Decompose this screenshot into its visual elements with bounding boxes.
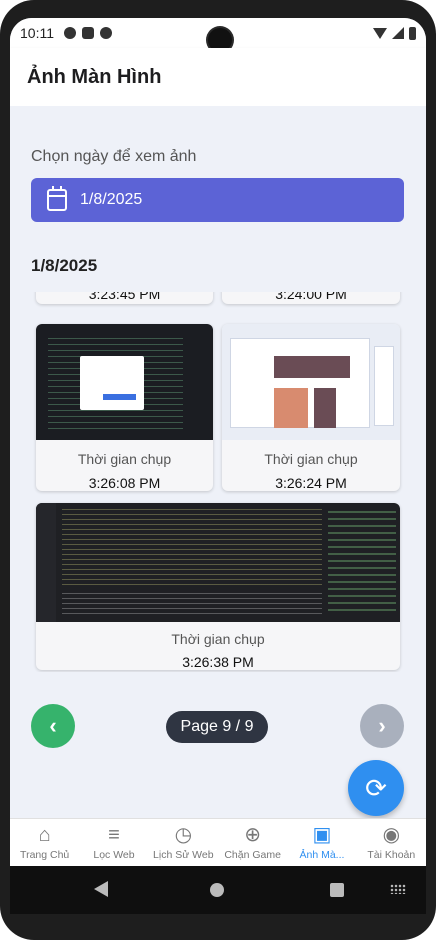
screenshot-time: 3:23:45 PM bbox=[88, 292, 161, 302]
screenshot-card[interactable]: Thời gian chụp 3:26:08 PM bbox=[36, 324, 213, 491]
tab-block-game[interactable]: ⊕ Chặn Game bbox=[218, 819, 287, 866]
chevron-right-icon: › bbox=[378, 713, 386, 738]
section-date-heading: 1/8/2025 bbox=[31, 256, 98, 275]
screenshot-thumbnail[interactable] bbox=[222, 324, 400, 440]
screenshot-time: 3:26:08 PM bbox=[88, 475, 161, 491]
signal-icon bbox=[392, 27, 404, 39]
page-title: Ảnh Màn Hình bbox=[27, 65, 162, 88]
dnd-icon bbox=[100, 27, 112, 39]
screenshot-card[interactable]: 3:24:00 PM bbox=[222, 292, 400, 304]
date-picker-value: 1/8/2025 bbox=[80, 191, 143, 208]
screenshot-time: 3:26:38 PM bbox=[182, 654, 254, 670]
page-indicator: Page 9 / 9 bbox=[166, 711, 268, 743]
tab-account[interactable]: ◉ Tài Khoản bbox=[357, 819, 426, 866]
tab-screenshots[interactable]: ▣ Ảnh Mà... bbox=[287, 819, 356, 866]
sd-card-icon bbox=[82, 27, 94, 39]
account-icon: ◉ bbox=[382, 824, 401, 846]
bottom-tab-bar: ⌂ Trang Chủ ≡ Lọc Web ◷ Lịch Sử Web ⊕ Ch… bbox=[10, 818, 426, 866]
wifi-icon bbox=[373, 27, 387, 39]
screenshot-card[interactable]: Thời gian chụp 3:26:38 PM bbox=[36, 503, 400, 670]
screenshot-card[interactable]: 3:23:45 PM bbox=[36, 292, 213, 304]
back-icon[interactable] bbox=[94, 881, 108, 897]
screenshot-thumbnail[interactable] bbox=[36, 503, 400, 622]
clock-icon: ◷ bbox=[174, 824, 193, 846]
date-picker-button[interactable]: 1/8/2025 bbox=[31, 178, 404, 222]
tab-web-filter[interactable]: ≡ Lọc Web bbox=[79, 819, 148, 866]
main-content: Chọn ngày để xem ảnh 1/8/2025 1/8/2025 3… bbox=[10, 106, 426, 818]
screenshot-time: 3:24:00 PM bbox=[275, 292, 347, 302]
filter-icon: ≡ bbox=[108, 824, 120, 846]
screenshot-caption: Thời gian chụp bbox=[264, 451, 358, 467]
date-picker-label: Chọn ngày để xem ảnh bbox=[31, 148, 197, 165]
system-nav-bar bbox=[10, 866, 426, 914]
calendar-icon bbox=[47, 186, 67, 211]
app-screen: 10:11 Ảnh Màn Hình Chọn ngày để xem ảnh … bbox=[10, 18, 426, 866]
battery-icon bbox=[409, 26, 416, 40]
prev-page-button[interactable]: ‹ bbox=[31, 704, 75, 748]
notification-icon bbox=[64, 27, 76, 39]
tab-web-history[interactable]: ◷ Lịch Sử Web bbox=[149, 819, 218, 866]
app-bar: Ảnh Màn Hình bbox=[10, 48, 426, 106]
home-nav-icon[interactable] bbox=[210, 883, 224, 897]
chevron-left-icon: ‹ bbox=[49, 713, 57, 738]
screenshot-caption: Thời gian chụp bbox=[77, 451, 172, 467]
screenshot-grid[interactable]: 3:23:45 PM 3:24:00 PM Thời gian chụp 3:2… bbox=[10, 292, 426, 672]
screenshot-time: 3:26:24 PM bbox=[275, 475, 347, 491]
refresh-button[interactable]: ⟳ bbox=[348, 760, 404, 816]
status-time: 10:11 bbox=[20, 25, 54, 41]
keyboard-icon[interactable] bbox=[390, 884, 406, 894]
image-icon: ▣ bbox=[312, 824, 332, 846]
refresh-icon: ⟳ bbox=[365, 772, 387, 803]
recents-icon[interactable] bbox=[330, 883, 344, 897]
screenshot-thumbnail[interactable] bbox=[36, 324, 213, 440]
screenshot-caption: Thời gian chụp bbox=[171, 631, 265, 647]
home-icon: ⌂ bbox=[38, 824, 51, 846]
gamepad-icon: ⊕ bbox=[244, 824, 262, 846]
next-page-button[interactable]: › bbox=[360, 704, 404, 748]
tab-home[interactable]: ⌂ Trang Chủ bbox=[10, 819, 79, 866]
screenshot-card[interactable]: Thời gian chụp 3:26:24 PM bbox=[222, 324, 400, 491]
